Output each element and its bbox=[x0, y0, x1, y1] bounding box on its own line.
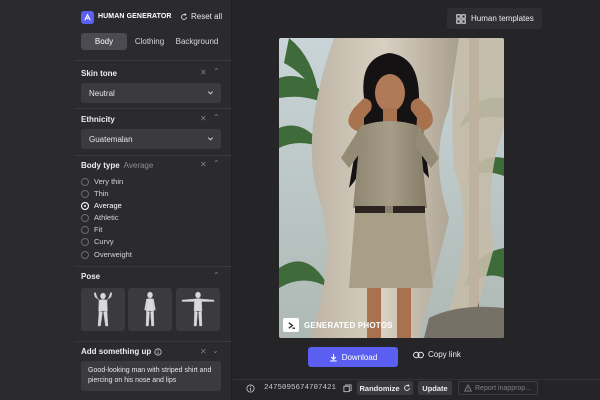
refresh-icon bbox=[403, 384, 410, 391]
body-type-current: Average bbox=[123, 161, 154, 170]
reset-all-label: Reset all bbox=[191, 12, 223, 21]
mannequin-icon bbox=[144, 291, 156, 327]
divider bbox=[74, 60, 232, 61]
pose-thumbnail-standing[interactable] bbox=[128, 288, 172, 331]
body-type-option-very-thin[interactable]: Very thin bbox=[81, 176, 123, 187]
reset-all-button[interactable]: Reset all bbox=[180, 12, 222, 21]
info-icon[interactable] bbox=[154, 347, 162, 356]
body-type-option-athletic[interactable]: Athletic bbox=[81, 212, 119, 223]
option-label: Very thin bbox=[94, 177, 124, 186]
clear-skin-tone-icon[interactable]: ✕ bbox=[200, 68, 207, 77]
link-icon bbox=[413, 351, 424, 358]
collapse-ethnicity-icon[interactable]: ⌃ bbox=[213, 113, 220, 122]
body-type-option-fit[interactable]: Fit bbox=[81, 224, 102, 235]
download-label: Download bbox=[341, 352, 378, 362]
copy-icon[interactable] bbox=[343, 384, 352, 393]
body-type-option-overweight[interactable]: Overweight bbox=[81, 249, 132, 260]
radio-button[interactable] bbox=[81, 237, 89, 246]
add-something-title: Add something up bbox=[81, 347, 162, 356]
app-root: HUMAN GENERATOR Reset all Body Clothing … bbox=[0, 0, 600, 400]
clear-ethnicity-icon[interactable]: ✕ bbox=[200, 114, 207, 123]
reset-icon bbox=[181, 12, 187, 20]
pose-thumbnail-flex[interactable] bbox=[81, 288, 125, 331]
collapse-body-type-icon[interactable]: ⌃ bbox=[213, 159, 220, 168]
tab-clothing[interactable]: Clothing bbox=[127, 33, 172, 50]
chevron-down-icon bbox=[207, 91, 214, 95]
clear-body-type-icon[interactable]: ✕ bbox=[200, 160, 207, 169]
download-button[interactable]: Download bbox=[308, 347, 398, 367]
copy-link-label: Copy link bbox=[428, 350, 461, 359]
seed-value: 2475095674707421 bbox=[264, 384, 337, 392]
body-type-title: Body type Average bbox=[81, 161, 153, 170]
sidebar: HUMAN GENERATOR Reset all Body Clothing … bbox=[0, 0, 232, 400]
skin-tone-title: Skin tone bbox=[81, 69, 118, 78]
option-label: Overweight bbox=[94, 250, 132, 259]
option-label: Average bbox=[94, 201, 122, 210]
download-icon bbox=[330, 353, 337, 361]
tab-bar: Body Clothing Background bbox=[81, 33, 222, 50]
watermark-logo-icon bbox=[283, 318, 299, 332]
body-type-option-average[interactable]: Average bbox=[81, 200, 122, 211]
radio-button-selected[interactable] bbox=[81, 201, 89, 210]
grid-icon bbox=[456, 13, 466, 24]
update-button[interactable]: Update bbox=[418, 381, 452, 395]
portrait-illustration bbox=[279, 38, 504, 338]
ethnicity-value: Guatemalan bbox=[89, 134, 133, 144]
collapse-skin-tone-icon[interactable]: ⌃ bbox=[213, 67, 220, 76]
option-label: Fit bbox=[94, 225, 103, 234]
mannequin-icon bbox=[93, 292, 113, 327]
report-button[interactable]: Report inapprop... bbox=[458, 381, 538, 395]
option-label: Athletic bbox=[94, 213, 119, 222]
option-label: Curvy bbox=[94, 237, 114, 246]
brand-name: HUMAN GENERATOR bbox=[98, 13, 172, 20]
pose-thumbnail-tpose[interactable] bbox=[176, 288, 220, 331]
watermark-text: GENERATED PHOTOS bbox=[304, 320, 393, 330]
report-label: Report inapprop... bbox=[475, 384, 532, 392]
option-label: Thin bbox=[94, 189, 109, 198]
divider bbox=[74, 341, 232, 342]
ethnicity-title: Ethnicity bbox=[81, 115, 115, 124]
radio-button[interactable] bbox=[81, 213, 89, 222]
skin-tone-select[interactable]: Neutral bbox=[81, 83, 221, 103]
copy-link-button[interactable]: Copy link bbox=[413, 350, 461, 359]
randomize-label: Randomize bbox=[359, 383, 400, 393]
radio-button[interactable] bbox=[81, 177, 89, 186]
logo-icon bbox=[81, 11, 94, 24]
info-icon[interactable] bbox=[246, 384, 255, 393]
tab-body[interactable]: Body bbox=[81, 33, 127, 50]
generated-photo bbox=[279, 38, 504, 338]
add-something-textarea[interactable]: Good-looking man with striped shirt and … bbox=[81, 361, 221, 391]
watermark: GENERATED PHOTOS bbox=[283, 318, 393, 332]
radio-button[interactable] bbox=[81, 189, 89, 198]
randomize-button[interactable]: Randomize bbox=[357, 381, 413, 395]
add-something-label: Add something up bbox=[81, 347, 152, 356]
divider bbox=[74, 266, 232, 267]
ethnicity-select[interactable]: Guatemalan bbox=[81, 129, 221, 149]
warning-icon bbox=[464, 384, 472, 392]
collapse-add-something-icon[interactable]: ⌄ bbox=[212, 346, 219, 355]
pose-title: Pose bbox=[81, 272, 101, 281]
body-type-option-thin[interactable]: Thin bbox=[81, 188, 109, 199]
chevron-down-icon bbox=[207, 137, 214, 141]
tab-background[interactable]: Background bbox=[172, 33, 222, 50]
divider bbox=[74, 108, 232, 109]
clear-add-something-icon[interactable]: ✕ bbox=[200, 347, 207, 356]
radio-button[interactable] bbox=[81, 250, 89, 259]
skin-tone-value: Neutral bbox=[89, 88, 115, 98]
collapse-pose-icon[interactable]: ⌃ bbox=[213, 271, 220, 280]
body-type-option-curvy[interactable]: Curvy bbox=[81, 236, 114, 247]
mannequin-icon bbox=[181, 291, 215, 327]
radio-button[interactable] bbox=[81, 225, 89, 234]
divider bbox=[74, 155, 232, 156]
human-templates-button[interactable]: Human templates bbox=[447, 8, 542, 29]
body-type-label: Body type bbox=[81, 161, 120, 170]
human-templates-label: Human templates bbox=[471, 14, 534, 23]
